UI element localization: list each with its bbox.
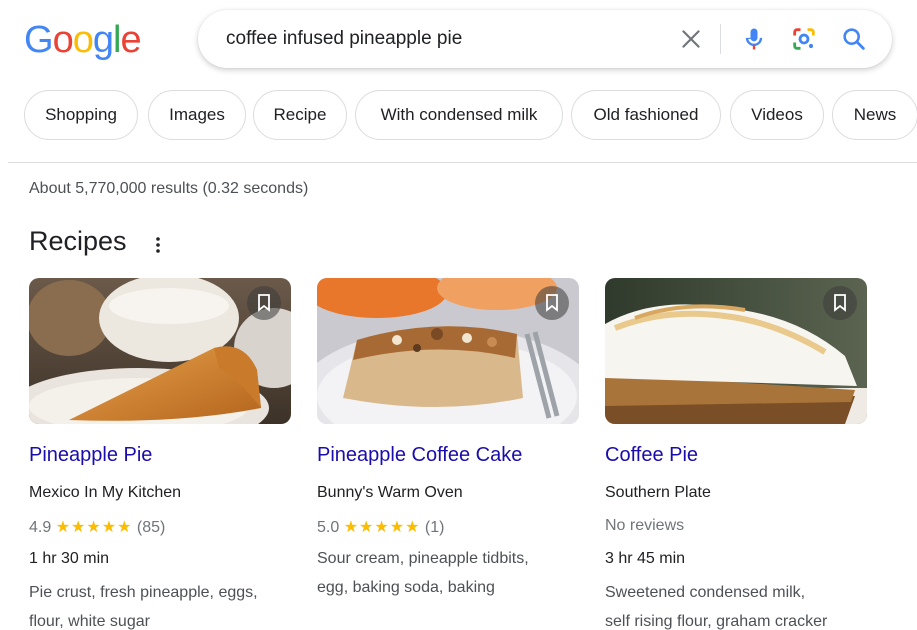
logo-letter: e [120,19,141,61]
clear-button[interactable] [678,26,704,52]
recipe-title-link[interactable]: Pineapple Coffee Cake [317,444,522,467]
search-icon [843,28,865,50]
recipe-ingredients: Sweetened condensed milk, self rising fl… [605,578,875,630]
search-divider [720,24,721,54]
recipe-source: Southern Plate [605,484,711,501]
save-recipe-button[interactable] [247,286,281,320]
logo-letter: o [52,19,74,61]
ingredients-line: Pie crust, fresh pineapple, eggs, [29,584,258,601]
chip-shopping[interactable]: Shopping [24,90,138,140]
chip-videos[interactable]: Videos [730,90,824,140]
recipes-more-button[interactable] [150,234,166,256]
search-results-page: Google coffee infused pineapple pie Shop… [0,0,917,630]
ingredients-line: Sour cream, pineapple tidbits, [317,550,529,567]
recipe-thumbnail[interactable] [605,278,867,424]
recipe-ingredients: Pie crust, fresh pineapple, eggs, flour,… [29,578,299,630]
ingredients-line: Sweetened condensed milk, [605,584,806,601]
chip-with-condensed-milk[interactable]: With condensed milk [355,90,563,140]
bookmark-icon [546,294,558,312]
rating-count: (1) [424,519,445,536]
lens-search-button[interactable] [790,25,818,53]
bookmark-icon [258,294,270,312]
search-button[interactable] [840,25,868,53]
recipe-title-link[interactable]: Pineapple Pie [29,444,152,467]
result-stats: About 5,770,000 results (0.32 seconds) [29,180,309,197]
close-icon [682,30,700,48]
recipe-source: Mexico In My Kitchen [29,484,182,501]
rating-stars: ★★★★★ [343,519,421,536]
recipe-rating: 5.0 ★★★★★ (1) [317,517,444,537]
google-logo[interactable]: Google [24,16,142,64]
recipe-time: 3 hr 45 min [605,550,686,567]
rating-count: (85) [136,519,166,536]
recipes-heading: Recipes [29,226,127,256]
rating-value: 4.9 [29,519,52,536]
mic-icon [745,28,763,50]
rating-value: 5.0 [317,519,340,536]
chip-news[interactable]: News [832,90,917,140]
ingredients-line: flour, white sugar [29,613,150,630]
recipe-time: 1 hr 30 min [29,550,110,567]
recipe-title-link[interactable]: Coffee Pie [605,444,698,467]
logo-letter: g [92,19,114,61]
save-recipe-button[interactable] [535,286,569,320]
rating-stars: ★★★★★ [55,519,133,536]
recipe-source: Bunny's Warm Oven [317,484,463,501]
ingredients-line: egg, baking soda, baking [317,579,495,596]
save-recipe-button[interactable] [823,286,857,320]
voice-search-button[interactable] [740,25,768,53]
chip-recipe[interactable]: Recipe [253,90,347,140]
chip-images[interactable]: Images [148,90,246,140]
logo-letter: o [72,19,94,61]
logo-letter: G [24,19,54,61]
recipe-card[interactable]: Pineapple Coffee Cake Bunny's Warm Oven … [317,278,579,596]
recipe-thumbnail[interactable] [317,278,579,424]
lens-icon [793,28,815,50]
more-vert-icon [156,237,160,253]
recipe-card[interactable]: Pineapple Pie Mexico In My Kitchen 4.9 ★… [29,278,291,630]
recipe-rating: No reviews [605,517,685,534]
recipe-card[interactable]: Coffee Pie Southern Plate No reviews 3 h… [605,278,867,630]
recipe-thumbnail[interactable] [29,278,291,424]
bookmark-icon [834,294,846,312]
ingredients-line: self rising flour, graham cracker [605,613,828,630]
search-box [198,10,892,68]
chip-old-fashioned[interactable]: Old fashioned [571,90,721,140]
header-divider [8,162,917,163]
search-input[interactable] [226,10,656,68]
recipe-ingredients: Sour cream, pineapple tidbits, egg, baki… [317,544,587,602]
recipe-rating: 4.9 ★★★★★ (85) [29,517,165,537]
